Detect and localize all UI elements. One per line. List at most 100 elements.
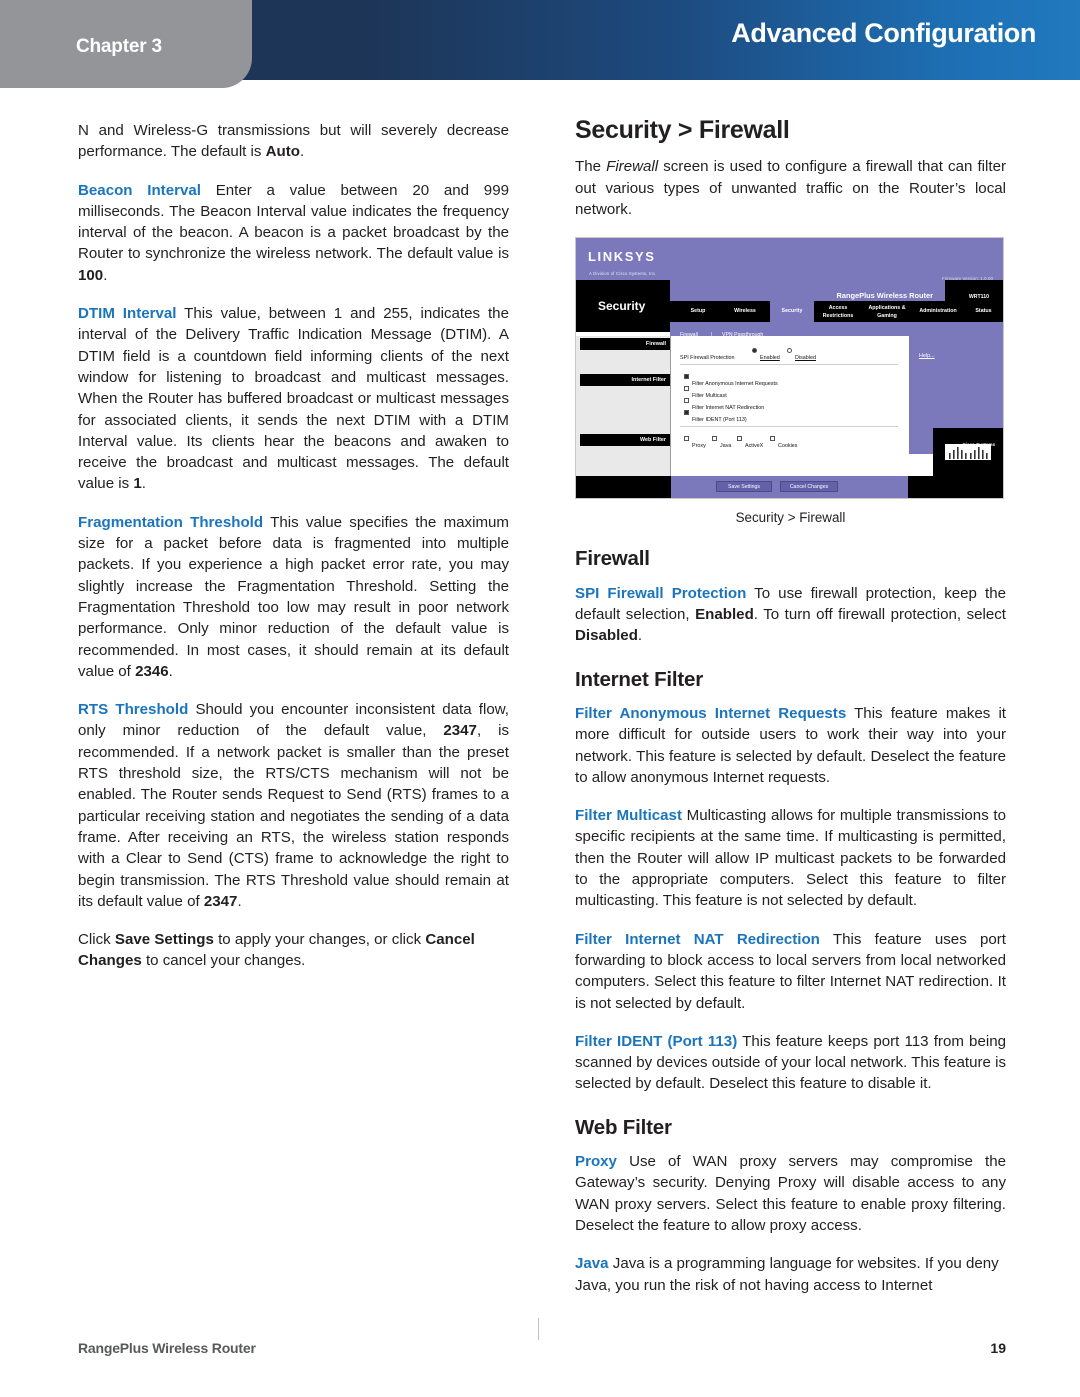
paragraph-save-settings: Click Save Settings to apply your change… xyxy=(78,929,509,972)
paragraph-firewall-intro: The Firewall screen is used to configure… xyxy=(575,156,1006,220)
radio-enabled-label[interactable]: Enabled xyxy=(760,348,780,369)
term-filter-internet-nat-redirection: Filter Internet NAT Redirection xyxy=(575,930,820,948)
radio-disabled-label[interactable]: Disabled xyxy=(795,348,816,369)
checkbox-cookies[interactable] xyxy=(770,436,775,442)
term-beacon-interval: Beacon Interval xyxy=(78,181,201,199)
label-filter-ident-port-113: Filter IDENT (Port 113) xyxy=(692,417,747,424)
checkbox-filter-anonymous-internet-requests[interactable] xyxy=(684,374,689,380)
tab-status[interactable]: Status xyxy=(964,301,1003,322)
paragraph-auto-default: N and Wireless-G transmissions but will … xyxy=(78,120,509,163)
paragraph-text: This value, between 1 and 255, indicates… xyxy=(78,305,509,493)
bold-value: 2347 xyxy=(203,892,238,910)
divider-1 xyxy=(680,364,898,366)
bold-value: Auto xyxy=(265,143,301,161)
term-spi-firewall-protection: SPI Firewall Protection xyxy=(575,584,747,602)
checkbox-activex[interactable] xyxy=(737,436,742,442)
paragraph-text: to cancel your changes. xyxy=(141,952,306,970)
checkbox-filter-multicast[interactable] xyxy=(684,386,689,392)
paragraph-filter-nat-redirection: Filter Internet NAT Redirection This fea… xyxy=(575,929,1006,1014)
paragraph-text: The xyxy=(575,158,607,176)
paragraph-filter-ident: Filter IDENT (Port 113) This feature kee… xyxy=(575,1031,1006,1095)
right-column: Security > Firewall The Firewall screen … xyxy=(575,116,1006,1296)
paragraph-text: This value specifies the maximum size fo… xyxy=(78,513,509,680)
term-filter-anonymous-internet-requests: Filter Anonymous Internet Requests xyxy=(575,704,847,722)
bold-disabled: Disabled xyxy=(575,627,638,645)
bold-value: 100 xyxy=(78,266,104,284)
section-title: Security > Firewall xyxy=(575,116,790,144)
tab-setup[interactable]: Setup xyxy=(676,301,720,322)
tab-administration[interactable]: Administration xyxy=(912,301,964,322)
subsection-web-filter: Web Filter xyxy=(575,1115,672,1139)
term-java: Java xyxy=(575,1255,609,1273)
router-admin-screenshot: LINKSYS A Division of Cisco Systems, Inc… xyxy=(575,237,1004,500)
spi-firewall-protection-label: SPI Firewall Protection xyxy=(680,355,735,362)
paragraph-text: , is recommended. If a network packet is… xyxy=(78,722,510,910)
figure-caption: Security > Firewall xyxy=(735,510,846,526)
paragraph-filter-anonymous: Filter Anonymous Internet Requests This … xyxy=(575,703,1006,788)
sidebar-section-web-filter: Web Filter xyxy=(580,434,670,447)
paragraph-text: . xyxy=(300,143,305,161)
save-settings-button[interactable]: Save Settings xyxy=(716,481,772,493)
tab-applications-gaming[interactable]: Applications & Gaming xyxy=(862,301,912,322)
paragraph-text: to apply your changes, or click xyxy=(213,931,426,949)
label-activex: ActiveX xyxy=(745,443,764,450)
tab-access-restrictions[interactable]: Access Restrictions xyxy=(814,301,862,322)
checkbox-filter-ident-port-113[interactable] xyxy=(684,410,689,416)
help-link[interactable]: Help... xyxy=(919,346,935,367)
tab-wireless[interactable]: Wireless xyxy=(720,301,770,322)
router-subtab-bar xyxy=(670,322,1003,337)
bold-enabled: Enabled xyxy=(695,606,754,624)
checkbox-filter-internet-nat-redirection[interactable] xyxy=(684,398,689,404)
checkbox-proxy[interactable] xyxy=(684,436,689,442)
paragraph-text: Java is a programming language for websi… xyxy=(575,1255,999,1294)
paragraph-text: . xyxy=(103,266,108,284)
label-proxy: Proxy xyxy=(692,443,706,450)
label-cookies: Cookies xyxy=(778,443,798,450)
paragraph-dtim-interval: DTIM Interval This value, between 1 and … xyxy=(78,303,509,495)
term-filter-ident-port-113: Filter IDENT (Port 113) xyxy=(575,1032,738,1050)
subsection-firewall: Firewall xyxy=(575,547,650,571)
checkbox-java[interactable] xyxy=(712,436,717,442)
bold-value: 2347 xyxy=(443,722,477,740)
term-rts-threshold: RTS Threshold xyxy=(78,701,189,719)
paragraph-text: Use of WAN proxy servers may compromise … xyxy=(575,1153,1006,1234)
tab-security[interactable]: Security xyxy=(770,301,814,323)
left-column: N and Wireless-G transmissions but will … xyxy=(78,120,509,972)
router-page-heading: Security xyxy=(598,299,646,314)
paragraph-text: . xyxy=(141,475,146,493)
figure-security-firewall: LINKSYS A Division of Cisco Systems, Inc… xyxy=(575,237,1006,528)
footer-product-name: RangePlus Wireless Router xyxy=(78,1340,256,1356)
paragraph-proxy: Proxy Use of WAN proxy servers may compr… xyxy=(575,1151,1006,1236)
subsection-internet-filter: Internet Filter xyxy=(575,667,703,691)
paragraph-text: . To turn off firewall protection, selec… xyxy=(753,606,1006,624)
term-dtim-interval: DTIM Interval xyxy=(78,305,177,323)
page-header: Advanced Configuration Chapter 3 xyxy=(0,0,1080,88)
bold-value: 2346 xyxy=(135,662,169,680)
footer-page-number: 19 xyxy=(990,1340,1006,1356)
paragraph-text: . xyxy=(237,892,242,910)
cancel-changes-button[interactable]: Cancel Changes xyxy=(780,481,838,493)
chapter-label: Chapter 3 xyxy=(76,36,162,57)
paragraph-text: . xyxy=(168,662,173,680)
page-title: Advanced Configuration xyxy=(731,18,1036,48)
term-proxy: Proxy xyxy=(575,1153,617,1171)
paragraph-text: Click xyxy=(78,931,115,949)
paragraph-java: Java Java is a programming language for … xyxy=(575,1253,1006,1296)
paragraph-fragmentation-threshold: Fragmentation Threshold This value speci… xyxy=(78,512,509,682)
italic-firewall: Firewall xyxy=(606,158,659,176)
label-java: Java xyxy=(720,443,732,450)
cisco-bridge-icon xyxy=(945,444,991,461)
term-fragmentation-threshold: Fragmentation Threshold xyxy=(78,513,264,531)
paragraph-text: . xyxy=(637,627,643,645)
router-sidebar xyxy=(576,336,671,477)
paragraph-rts-threshold: RTS Threshold Should you encounter incon… xyxy=(78,699,509,912)
sidebar-section-firewall: Firewall xyxy=(580,338,670,351)
divider-2 xyxy=(680,426,898,428)
paragraph-filter-multicast: Filter Multicast Multicasting allows for… xyxy=(575,805,1006,911)
paragraph-spi-firewall-protection: SPI Firewall Protection To use firewall … xyxy=(575,583,1006,647)
bold-value: 1 xyxy=(133,475,142,493)
column-divider xyxy=(538,1318,539,1340)
term-filter-multicast: Filter Multicast xyxy=(575,807,682,825)
paragraph-beacon-interval: Beacon Interval Enter a value between 20… xyxy=(78,180,509,286)
bold-save-settings: Save Settings xyxy=(114,931,214,949)
